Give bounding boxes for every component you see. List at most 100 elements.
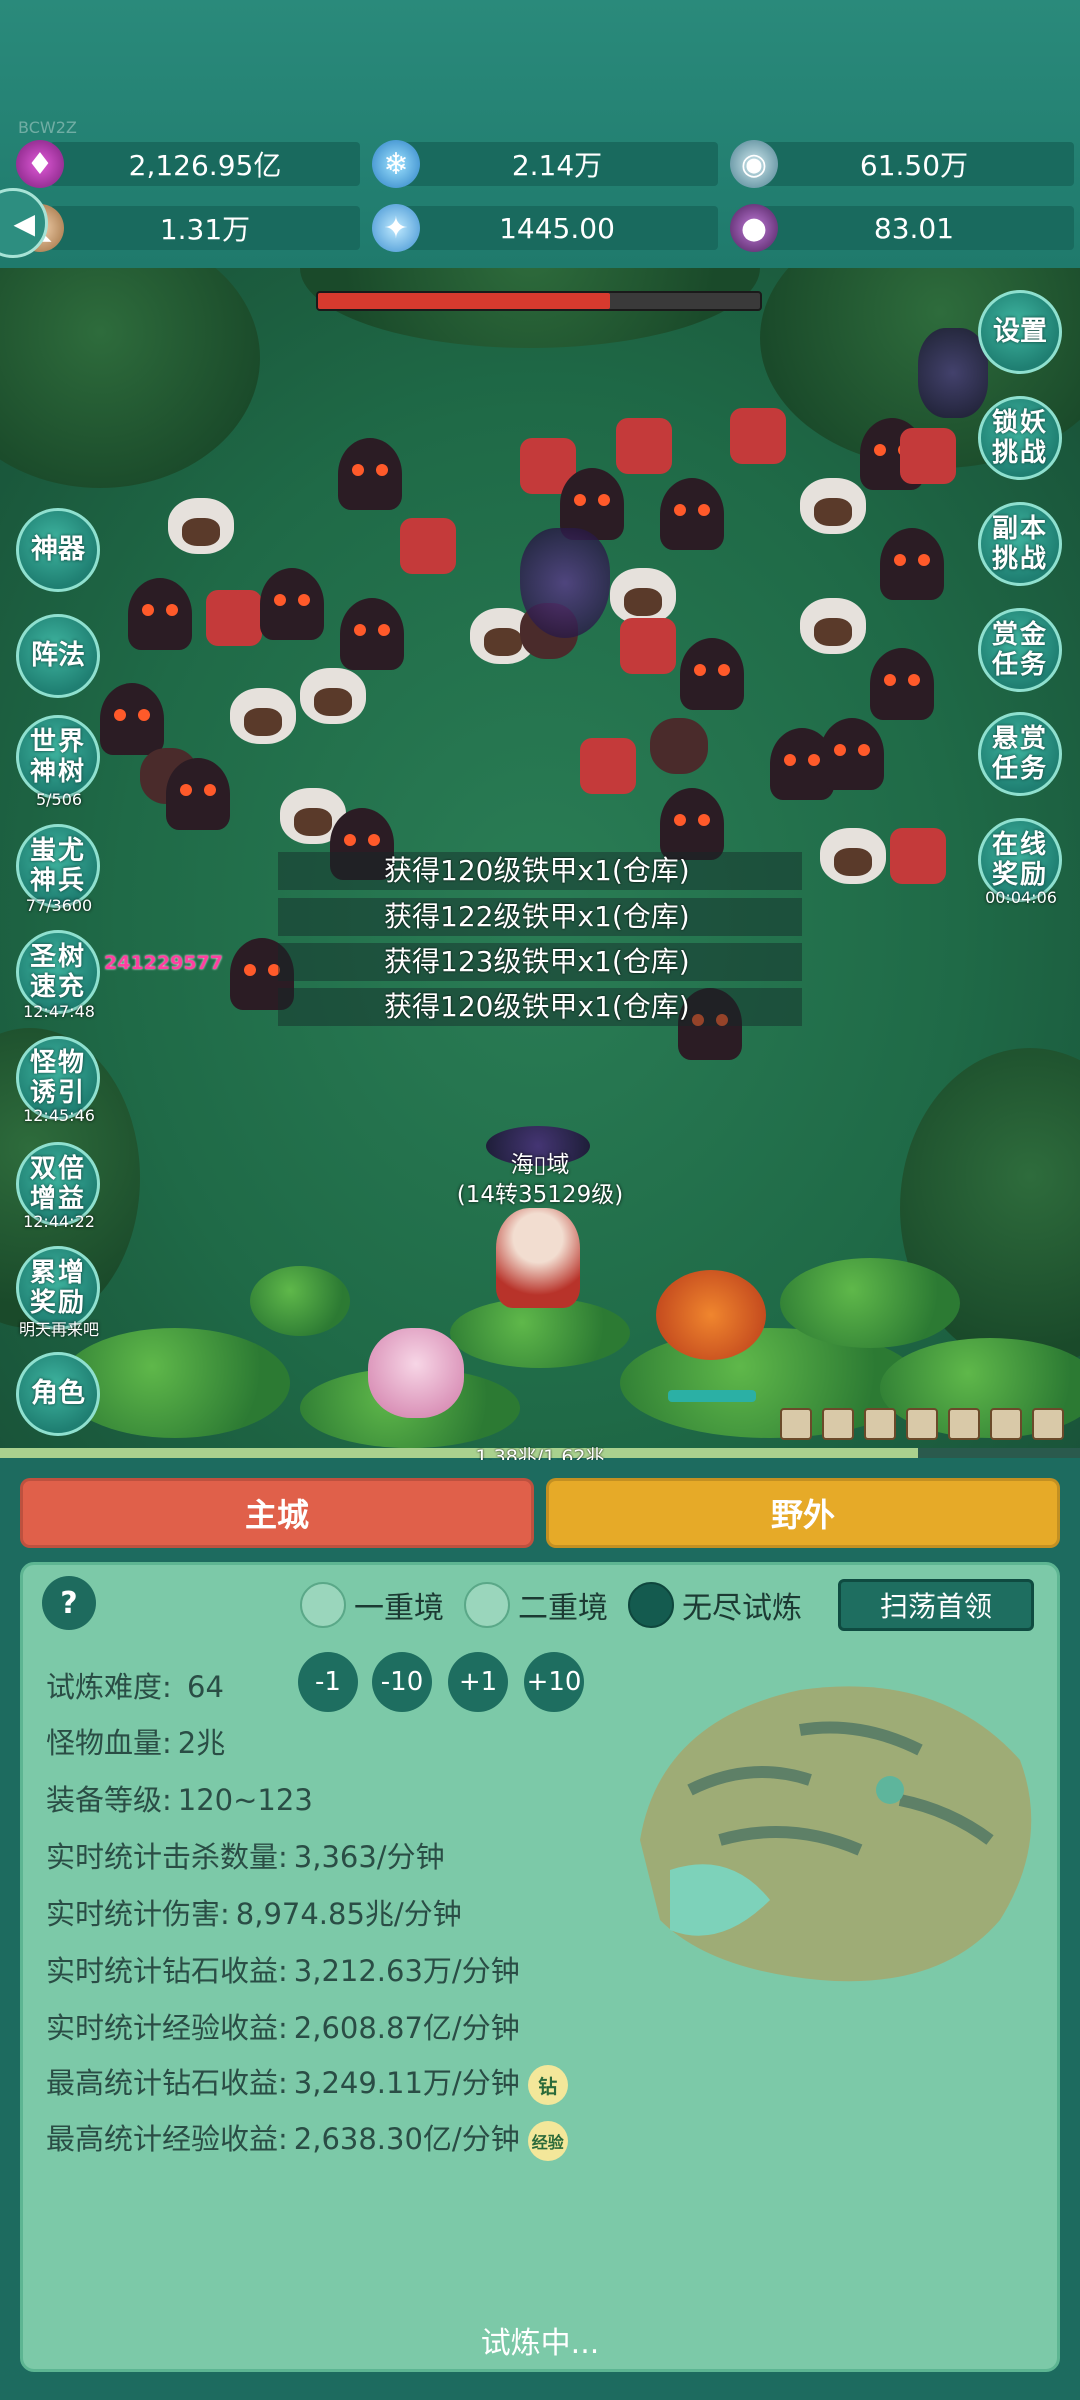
resource-crystal: 2.14万 xyxy=(396,142,718,186)
loot-message: 获得120级铁甲x1(仓库) xyxy=(278,988,802,1026)
monster-red-block xyxy=(890,828,946,884)
difficulty-plus-1-label: +1 xyxy=(458,1667,498,1697)
trial-status-text: 试炼中... xyxy=(480,2326,600,2361)
settings-label: 设置 xyxy=(993,316,1047,347)
stat-value: 2,638.30亿/分钟 xyxy=(293,2122,520,2156)
pet-character xyxy=(368,1328,464,1418)
stat-value: 3,249.11万/分钟 xyxy=(293,2066,520,2100)
loot-message: 获得120级铁甲x1(仓库) xyxy=(278,852,802,890)
damage-number: 241229577 xyxy=(104,952,223,974)
stat-value: 2兆 xyxy=(177,1726,226,1760)
radio-icon[interactable] xyxy=(628,1582,674,1628)
difficulty-minus-10-label: -10 xyxy=(380,1667,424,1697)
stat-label: 实时统计经验收益: xyxy=(46,2011,288,2045)
main-city-label: 主城 xyxy=(244,1496,309,1534)
radio-icon[interactable] xyxy=(464,1582,510,1628)
bounty-task-button[interactable]: 赏金任务 xyxy=(978,608,1062,692)
tiger-illustration xyxy=(640,1686,1032,1982)
resource-orb-value: 61.50万 xyxy=(859,149,969,182)
monster-hooded xyxy=(660,788,724,860)
monster-red-block xyxy=(900,428,956,484)
character-button[interactable]: 角色 xyxy=(16,1352,100,1436)
sweep-boss-button[interactable]: 扫荡首领 xyxy=(838,1579,1034,1631)
demon-lock-challenge-button[interactable]: 锁妖挑战 xyxy=(978,396,1062,480)
tree-decor xyxy=(0,268,260,488)
stat-row: 实时统计伤害: 8,974.85兆/分钟 xyxy=(46,1891,462,1933)
mode-option-2[interactable]: 二重境 xyxy=(464,1582,608,1628)
resource-diamond: 2,126.95亿 xyxy=(50,142,360,186)
stat-value: 3,212.63万/分钟 xyxy=(293,1954,520,1988)
monster-hooded xyxy=(260,568,324,640)
difficulty-plus-10-button[interactable]: +10 xyxy=(524,1652,584,1712)
mode-option-2-label: 二重境 xyxy=(518,1591,608,1626)
skill-slot[interactable] xyxy=(948,1408,980,1440)
difficulty-row: 试炼难度: 64 xyxy=(46,1664,224,1706)
difficulty-value: 64 xyxy=(187,1670,224,1704)
skill-slot[interactable] xyxy=(1032,1408,1064,1440)
skill-slot[interactable] xyxy=(780,1408,812,1440)
skill-slot[interactable] xyxy=(864,1408,896,1440)
wild-button[interactable]: 野外 xyxy=(546,1478,1060,1548)
watermark-text: BCW2Z xyxy=(18,118,77,137)
skill-slot[interactable] xyxy=(990,1408,1022,1440)
difficulty-plus-10-label: +10 xyxy=(526,1667,582,1697)
help-button[interactable]: ? xyxy=(42,1576,96,1630)
dark-vortex xyxy=(520,528,610,638)
monster-dark-blob xyxy=(650,718,708,774)
wild-label: 野外 xyxy=(770,1496,835,1534)
monster-lure-timer: 12:45:46 xyxy=(23,1106,95,1125)
double-buff-timer: 12:44:22 xyxy=(23,1212,95,1231)
main-city-button[interactable]: 主城 xyxy=(20,1478,534,1548)
boss-hp-fill xyxy=(318,293,610,309)
skill-slot[interactable] xyxy=(906,1408,938,1440)
tree-recharge-label: 圣树速充 xyxy=(29,942,86,1002)
stat-row: 实时统计击杀数量: 3,363/分钟 xyxy=(46,1834,445,1876)
monster-hooded xyxy=(660,478,724,550)
artifact-button[interactable]: 神器 xyxy=(16,508,100,592)
difficulty-plus-1-button[interactable]: +1 xyxy=(448,1652,508,1712)
resource-horn-value: 1.31万 xyxy=(159,213,251,246)
sweep-boss-label: 扫荡首领 xyxy=(879,1590,992,1623)
cumulative-reward-status: 明天再来吧 xyxy=(18,1320,99,1339)
world-tree-label: 世界神树 xyxy=(29,727,86,787)
player-character xyxy=(496,1208,580,1308)
help-label: ? xyxy=(60,1585,78,1621)
resource-ice: 1445.00 xyxy=(396,206,718,250)
resource-horn: 1.31万 xyxy=(50,206,360,250)
purple-pot-icon: ● xyxy=(730,204,778,252)
bush-decor xyxy=(450,1298,630,1368)
dungeon-challenge-button[interactable]: 副本挑战 xyxy=(978,502,1062,586)
stat-value: 2,608.87亿/分钟 xyxy=(293,2011,520,2045)
bush-decor xyxy=(250,1266,350,1336)
difficulty-minus-1-button[interactable]: -1 xyxy=(298,1652,358,1712)
radio-icon[interactable] xyxy=(300,1582,346,1628)
stat-label: 怪物血量: xyxy=(46,1726,172,1760)
demon-lock-challenge-label: 锁妖挑战 xyxy=(991,408,1048,468)
reward-task-button[interactable]: 悬赏任务 xyxy=(978,712,1062,796)
monster-cow xyxy=(230,688,296,744)
monster-cow xyxy=(820,828,886,884)
skill-slot[interactable] xyxy=(822,1408,854,1440)
world-tree-button[interactable]: 世界神树 xyxy=(16,715,100,799)
monster-cow xyxy=(800,478,866,534)
bush-decor xyxy=(780,1258,960,1348)
stat-label: 实时统计击杀数量: xyxy=(46,1840,288,1874)
settings-button[interactable]: 设置 xyxy=(978,290,1062,374)
mode-option-3-label: 无尽试炼 xyxy=(682,1591,802,1626)
monster-red-block xyxy=(400,518,456,574)
mode-option-1[interactable]: 一重境 xyxy=(300,1582,444,1628)
stat-row: 最高统计经验收益: 2,638.30亿/分钟 经验 xyxy=(46,2116,568,2161)
purple-gem-icon: ♦ xyxy=(16,140,64,188)
tree-recharge-timer: 12:47:48 xyxy=(23,1002,95,1021)
mode-option-3[interactable]: 无尽试炼 xyxy=(628,1582,802,1628)
ice-crystal-icon: ✦ xyxy=(372,204,420,252)
monster-red-block xyxy=(620,618,676,674)
stat-row: 怪物血量: 2兆 xyxy=(46,1720,225,1762)
monster-red-block xyxy=(730,408,786,464)
resource-orb: 61.50万 xyxy=(754,142,1074,186)
formation-button[interactable]: 阵法 xyxy=(16,614,100,698)
difficulty-minus-10-button[interactable]: -10 xyxy=(372,1652,432,1712)
monster-hooded xyxy=(680,638,744,710)
stat-row: 最高统计钻石收益: 3,249.11万/分钟钻 xyxy=(46,2060,568,2105)
dungeon-challenge-label: 副本挑战 xyxy=(991,514,1048,574)
